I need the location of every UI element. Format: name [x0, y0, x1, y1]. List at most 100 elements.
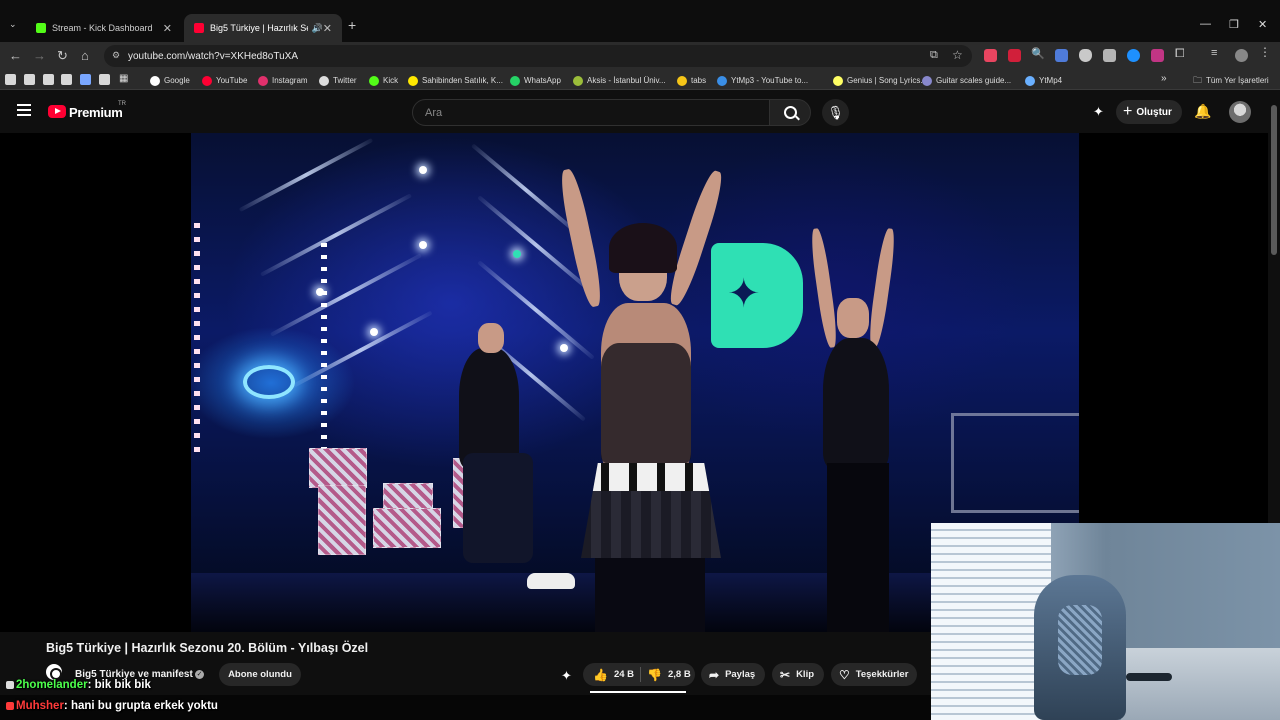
youtube-premium-brand[interactable]: Premium — [69, 105, 123, 120]
extension-icon[interactable] — [1055, 49, 1068, 62]
youtube-header: Premium TR Ara 🎙 ✦ + Oluştur 🔔 — [0, 91, 1268, 133]
bookmark-item[interactable]: Aksis - İstanbul Üniv... — [573, 74, 666, 87]
bookmark-item[interactable]: Kick — [369, 74, 398, 87]
zoom-icon[interactable]: 🔍 — [1031, 47, 1045, 60]
bookmark-favicon-icon — [369, 75, 379, 86]
dislike-button[interactable]: 👎 2,8 B — [647, 668, 691, 682]
menu-kebab-icon[interactable]: ⋮ — [1259, 45, 1272, 59]
bookmark-icon[interactable] — [80, 74, 91, 85]
extension-icon[interactable] — [1127, 49, 1140, 62]
like-ratio-bar — [590, 691, 686, 693]
install-app-icon[interactable]: ⧉ — [930, 49, 938, 62]
bookmark-label: Genius | Song Lyrics... — [847, 76, 928, 85]
bookmark-label: Instagram — [272, 76, 308, 85]
home-icon[interactable]: ⌂ — [81, 48, 89, 63]
close-tab-icon[interactable]: ✕ — [323, 22, 332, 35]
bookmark-item[interactable]: Twitter — [319, 74, 357, 87]
chat-text: hani bu grupta erkek yoktu — [70, 700, 218, 712]
bookmark-favicon-icon — [150, 75, 160, 86]
sparkle-icon[interactable]: ✦ — [561, 668, 572, 684]
extension-icon[interactable] — [984, 49, 997, 62]
forward-icon[interactable]: → — [33, 48, 46, 63]
bookmark-item[interactable]: YtMp3 - YouTube to... — [717, 74, 808, 87]
tab-search-dropdown-icon[interactable]: ⌄ — [9, 19, 17, 30]
bookmark-favicon-icon — [258, 75, 268, 86]
notifications-bell-icon[interactable]: 🔔 — [1194, 103, 1211, 120]
url-text: youtube.com/watch?v=XKHed8oTuXA — [128, 50, 299, 62]
new-tab-button[interactable]: + — [348, 17, 356, 33]
chat-colon: : — [87, 679, 95, 691]
user-avatar[interactable] — [1229, 101, 1251, 123]
search-button[interactable] — [769, 99, 811, 126]
clip-button[interactable]: ✂ Klip — [772, 663, 824, 686]
dancer-pants — [463, 453, 533, 563]
stage-bulb — [560, 344, 568, 352]
bookmarks-bar: ▦ Google YouTube Instagram Twitter Kick Sahib… — [0, 70, 1280, 90]
bookmark-item[interactable]: Google — [150, 74, 190, 87]
ring-light — [243, 365, 295, 399]
bookmark-item[interactable]: Sahibinden Satılık, K... — [408, 74, 503, 87]
dancer-hair — [609, 223, 677, 273]
apps-grid-icon[interactable]: ▦ — [119, 73, 128, 84]
stage-bulb — [513, 250, 521, 258]
reload-icon[interactable]: ↻ — [57, 48, 68, 64]
bookmark-label: Sahibinden Satılık, K... — [422, 76, 503, 85]
bookmark-favicon-icon — [510, 75, 520, 86]
chair-armrest — [1126, 673, 1172, 681]
shield-icon[interactable] — [1079, 49, 1092, 62]
dislike-count: 2,8 B — [667, 669, 691, 680]
profile-avatar[interactable] — [1235, 49, 1248, 62]
channel-avatar[interactable] — [46, 664, 62, 680]
tab-youtube-video[interactable]: Big5 Türkiye | Hazırlık Sezon 🔊 ✕ — [184, 14, 342, 42]
bookmark-item[interactable]: YtMp4 — [1025, 74, 1062, 87]
tab-kick-dashboard[interactable]: Stream - Kick Dashboard ✕ — [26, 14, 182, 42]
search-input[interactable]: Ara — [412, 99, 770, 126]
close-tab-icon[interactable]: ✕ — [163, 22, 172, 35]
create-button[interactable]: + Oluştur — [1116, 100, 1182, 124]
scrollbar-thumb[interactable] — [1271, 105, 1277, 255]
extension-icon[interactable] — [1103, 49, 1116, 62]
bookmark-item[interactable]: tabs — [677, 74, 706, 87]
close-window-icon[interactable]: ✕ — [1258, 18, 1267, 31]
dancer-face — [837, 298, 869, 338]
gaming-chair — [1034, 575, 1126, 720]
bookmark-icon[interactable] — [99, 74, 110, 85]
subscribe-button[interactable]: Abone olundu — [219, 663, 301, 686]
like-button[interactable]: 👍 24 B — [583, 668, 634, 682]
bookmark-item[interactable]: Genius | Song Lyrics... — [833, 74, 927, 87]
bookmark-item[interactable]: Instagram — [258, 74, 308, 87]
bookmark-item[interactable]: YouTube — [202, 74, 247, 87]
minimize-icon[interactable]: — — [1200, 18, 1211, 30]
site-info-icon[interactable]: ⚙ — [112, 50, 120, 61]
bookmark-star-icon[interactable]: ☆ — [952, 48, 963, 62]
voice-search-button[interactable]: 🎙 — [822, 99, 849, 126]
address-bar[interactable]: ⚙ youtube.com/watch?v=XKHed8oTuXA ⧉ ☆ — [104, 45, 972, 67]
speaker-icon[interactable]: 🔊 — [312, 23, 323, 34]
bookmark-icon[interactable] — [24, 74, 35, 85]
extension-icon[interactable] — [1151, 49, 1164, 62]
restore-icon[interactable]: ❐ — [1229, 18, 1239, 31]
menu-icon[interactable] — [17, 104, 31, 116]
back-icon[interactable]: ← — [9, 48, 22, 63]
bookmark-item[interactable]: WhatsApp — [510, 74, 561, 87]
bookmark-icon[interactable] — [5, 74, 16, 85]
extension-icon[interactable] — [1008, 49, 1021, 62]
share-button[interactable]: ➦ Paylaş — [701, 663, 765, 686]
browser-tab-strip: ⌄ Stream - Kick Dashboard ✕ Big5 Türkiye… — [0, 0, 1280, 42]
stage-light-beam — [238, 138, 374, 212]
bookmark-favicon-icon — [922, 75, 932, 86]
bookmark-item[interactable]: Guitar scales guide... — [922, 74, 1011, 87]
puzzle-icon[interactable]: ⧠ — [1175, 46, 1188, 60]
light-strip — [194, 223, 200, 453]
thanks-button[interactable]: ♡ Teşekkürler — [831, 663, 917, 686]
gift-box — [383, 483, 433, 511]
bookmark-icon[interactable] — [61, 74, 72, 85]
all-bookmarks-folder[interactable]: 🗀 Tüm Yer İşaretleri — [1193, 74, 1269, 87]
chat-text: bik bik bik — [94, 679, 151, 691]
bookmark-icon[interactable] — [43, 74, 54, 85]
heart-dollar-icon: ♡ — [839, 667, 850, 682]
youtube-logo-icon[interactable] — [48, 105, 66, 118]
media-control-icon[interactable]: ≡ — [1211, 47, 1224, 60]
more-bookmarks-icon[interactable]: » — [1161, 73, 1167, 84]
sparkle-icon[interactable]: ✦ — [1093, 104, 1104, 120]
